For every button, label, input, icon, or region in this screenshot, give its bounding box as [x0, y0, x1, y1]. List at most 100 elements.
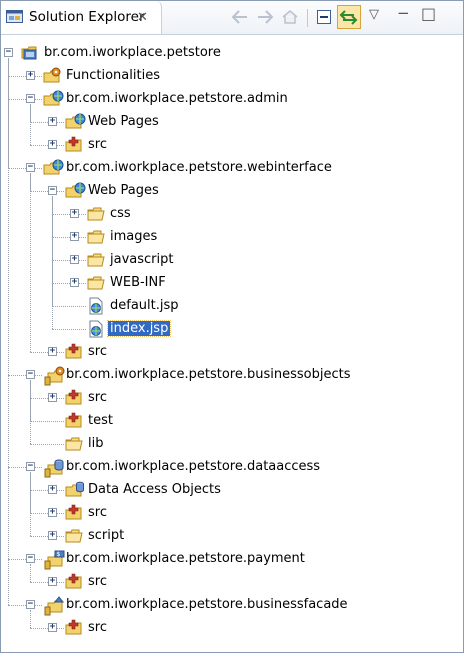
tree-item-label: src: [88, 137, 107, 152]
tree-item[interactable]: + Web Pages: [1, 111, 461, 134]
tree-item[interactable]: + src: [1, 134, 461, 157]
tree-item[interactable]: + src: [1, 502, 461, 525]
view-title-bar: Solution Explorer ✕ ▽ − □: [1, 1, 463, 35]
tree-item[interactable]: − br.com.iworkplace.petstore.dataaccess: [1, 456, 461, 479]
data-access-folder-icon: [65, 481, 87, 503]
collapse-all-icon[interactable]: [314, 8, 334, 30]
collapse-toggle[interactable]: −: [26, 94, 35, 103]
folder-icon: [65, 435, 85, 457]
folder-icon: [65, 527, 85, 549]
tree-item[interactable]: − br.com.iworkplace.petstore.businessobje…: [1, 364, 461, 387]
tree-item-label: br.com.iworkplace.petstore.admin: [66, 91, 288, 106]
expand-toggle[interactable]: +: [48, 577, 57, 586]
tree-item[interactable]: + Functionalities: [1, 65, 461, 88]
expand-toggle[interactable]: +: [48, 531, 57, 540]
home-icon[interactable]: [280, 8, 300, 30]
tree-item-label: br.com.iworkplace.petstore.businessobjec…: [66, 367, 351, 382]
tree-item-label: br.com.iworkplace.petstore: [44, 45, 221, 60]
expand-toggle[interactable]: +: [48, 117, 57, 126]
expand-toggle[interactable]: +: [70, 209, 79, 218]
tree-item-label: Data Access Objects: [88, 482, 221, 497]
tree-item-label: test: [88, 413, 113, 428]
tree-item[interactable]: − $ br.com.iworkplace.petstore.payment: [1, 548, 461, 571]
view-menu-icon[interactable]: ▽: [369, 7, 379, 22]
maximize-icon[interactable]: □: [421, 4, 436, 23]
tab-solution-explorer[interactable]: Solution Explorer ✕: [1, 1, 162, 34]
expand-toggle[interactable]: +: [70, 278, 79, 287]
tree-item-label: src: [88, 344, 107, 359]
tree-item[interactable]: − br.com.iworkplace.petstore: [1, 42, 461, 65]
functionalities-folder-icon: [43, 67, 63, 89]
expand-toggle[interactable]: +: [48, 140, 57, 149]
tree-item[interactable]: + WEB-INF: [1, 272, 461, 295]
tree-item-label: src: [88, 390, 107, 405]
toolbar-separator: [307, 9, 308, 27]
solution-explorer-icon: [6, 9, 24, 29]
tree-item[interactable]: + images: [1, 226, 461, 249]
tree-item-label: br.com.iworkplace.petstore.payment: [66, 551, 305, 566]
solution-explorer-view: Solution Explorer ✕ ▽ − □ − br.com.iworkp…: [0, 0, 464, 653]
tree-item[interactable]: + Data Access Objects: [1, 479, 461, 502]
tree-item-label: src: [88, 574, 107, 589]
minimize-icon[interactable]: −: [397, 4, 410, 22]
tree-item[interactable]: test: [1, 410, 461, 433]
forward-icon[interactable]: [255, 8, 275, 30]
web-project-icon: [43, 90, 65, 112]
source-folder-icon: [65, 573, 85, 595]
expand-toggle[interactable]: +: [48, 485, 57, 494]
collapse-toggle[interactable]: −: [26, 554, 35, 563]
tab-title: Solution Explorer: [29, 9, 145, 25]
tree-item-label: default.jsp: [110, 298, 179, 313]
collapse-toggle[interactable]: −: [26, 462, 35, 471]
expand-toggle[interactable]: +: [48, 347, 57, 356]
collapse-toggle[interactable]: −: [26, 163, 35, 172]
tree-item[interactable]: default.jsp: [1, 295, 461, 318]
tree-item[interactable]: + javascript: [1, 249, 461, 272]
tree-item[interactable]: − br.com.iworkplace.petstore.businessfaca…: [1, 594, 461, 617]
tree-item[interactable]: − br.com.iworkplace.petstore.admin: [1, 88, 461, 111]
link-with-editor-icon[interactable]: [337, 5, 361, 33]
source-folder-icon: [65, 412, 85, 434]
jsp-file-icon: [87, 297, 105, 319]
tree-item[interactable]: index.jsp: [1, 318, 461, 341]
collapse-toggle[interactable]: −: [26, 370, 35, 379]
collapse-toggle[interactable]: −: [4, 48, 13, 57]
expand-toggle[interactable]: +: [70, 255, 79, 264]
expand-toggle[interactable]: +: [26, 71, 35, 80]
source-folder-icon: [65, 389, 85, 411]
back-icon[interactable]: [230, 8, 250, 30]
tree-item-label: Functionalities: [66, 68, 160, 83]
folder-icon: [87, 251, 107, 273]
expand-toggle[interactable]: +: [48, 393, 57, 402]
tree-item[interactable]: + script: [1, 525, 461, 548]
tree-item[interactable]: + src: [1, 617, 461, 640]
folder-icon: [87, 205, 107, 227]
web-project-icon: [43, 159, 65, 181]
folder-icon: [87, 228, 107, 250]
project-tree: − br.com.iworkplace.petstore + Functionalit…: [1, 35, 463, 652]
tree-item-label: WEB-INF: [110, 275, 166, 290]
tree-item-label: javascript: [110, 252, 174, 267]
collapse-toggle[interactable]: −: [26, 600, 35, 609]
tree-item-label: lib: [88, 436, 104, 451]
expand-toggle[interactable]: +: [70, 232, 79, 241]
tree-item[interactable]: + src: [1, 387, 461, 410]
tree-item[interactable]: + src: [1, 571, 461, 594]
tree-item-label: br.com.iworkplace.petstore.dataaccess: [66, 459, 321, 474]
expand-toggle[interactable]: +: [48, 508, 57, 517]
expand-toggle[interactable]: +: [48, 623, 57, 632]
source-folder-icon: [65, 504, 85, 526]
tree-item-label: src: [88, 620, 107, 635]
tree-item[interactable]: − Web Pages: [1, 180, 461, 203]
close-icon[interactable]: ✕: [137, 10, 148, 25]
folder-icon: [87, 274, 107, 296]
tree-item[interactable]: lib: [1, 433, 461, 456]
tree-item[interactable]: + css: [1, 203, 461, 226]
tree-item[interactable]: + src: [1, 341, 461, 364]
web-pages-folder-icon: [65, 113, 87, 135]
tree-item[interactable]: − br.com.iworkplace.petstore.webinterface: [1, 157, 461, 180]
tree-item-label-selected: index.jsp: [106, 320, 172, 337]
tree-item-label: images: [110, 229, 158, 244]
tree-item-label: Web Pages: [88, 114, 159, 129]
collapse-toggle[interactable]: −: [48, 186, 57, 195]
